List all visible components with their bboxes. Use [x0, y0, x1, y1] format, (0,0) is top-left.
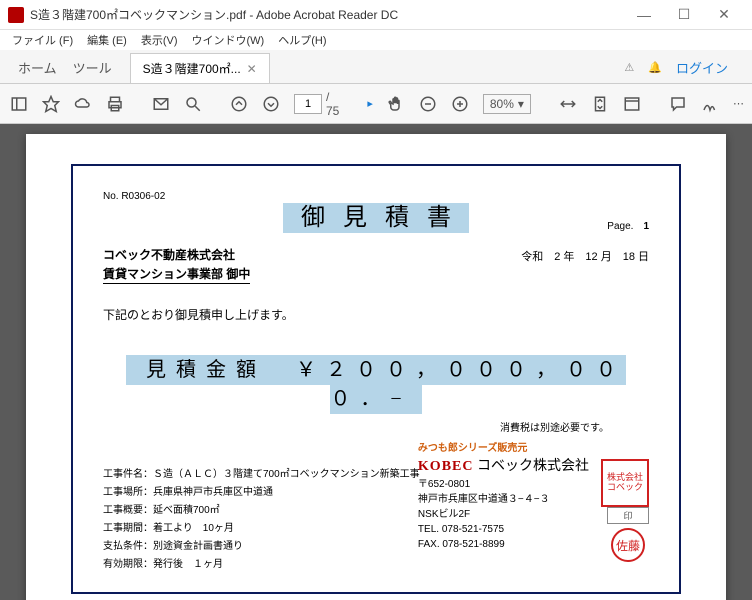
alert-icon[interactable]: ⚠ — [624, 61, 634, 74]
estimate-amount: 見積金額 ￥２００，０００，０００．− — [103, 353, 649, 411]
company-seal: 株式会社コベック — [601, 459, 649, 507]
person-seal-box: 印 佐藤 — [607, 507, 649, 562]
pdf-page: No. R0306-02 御見積書 Page.1 コベック不動産株式会社 賃貸マ… — [26, 134, 726, 600]
company-fax: FAX. 078-521-8899 — [418, 537, 589, 552]
close-button[interactable]: ✕ — [704, 0, 744, 30]
hand-tool-icon[interactable] — [387, 93, 405, 115]
estimate-amount-text: 見積金額 ￥２００，０００，０００．− — [126, 355, 626, 414]
bell-icon[interactable]: 🔔 — [648, 61, 662, 74]
window-title: S造３階建700㎡コベックマンション.pdf - Adobe Acrobat R… — [30, 6, 624, 23]
page-input[interactable] — [294, 94, 322, 114]
document-tab[interactable]: S造３階建700㎡... ✕ — [130, 53, 270, 83]
tab-bar: ホーム ツール S造３階建700㎡... ✕ ⚠ 🔔 ログイン — [0, 50, 752, 84]
tab-label: S造３階建700㎡... — [143, 60, 241, 77]
doc-title: 御見積書 — [103, 197, 649, 232]
menu-edit[interactable]: 編集 (E) — [81, 30, 133, 50]
recipient-dept: 賃貸マンション事業部 御中 — [103, 265, 250, 284]
search-icon[interactable] — [184, 93, 202, 115]
page-indicator: / 75 — [294, 90, 339, 118]
company-bldg: NSKビル2F — [418, 507, 589, 522]
page-total: / 75 — [326, 90, 339, 118]
page-up-icon[interactable] — [230, 93, 248, 115]
zoom-select[interactable]: 80% ▾ — [483, 94, 531, 114]
app-icon — [8, 7, 24, 23]
company-block: みつも郎シリーズ販売元 KOBEC コベック株式会社 〒652-0801 神戸市… — [418, 441, 589, 552]
doc-title-text: 御見積書 — [283, 203, 469, 233]
tab-right-tools: ⚠ 🔔 ログイン — [610, 58, 742, 83]
company-zip: 〒652-0801 — [418, 477, 589, 492]
tab-close-icon[interactable]: ✕ — [247, 62, 257, 76]
doc-date: 令和 2 年 12 月 18 日 — [521, 248, 649, 264]
read-mode-icon[interactable] — [623, 93, 641, 115]
star-icon[interactable] — [42, 93, 60, 115]
fit-width-icon[interactable] — [559, 93, 577, 115]
login-link[interactable]: ログイン — [676, 58, 728, 77]
nav-home[interactable]: ホーム — [18, 58, 57, 77]
cloud-icon[interactable] — [74, 93, 92, 115]
toolbar: / 75 ▸ 80%▾ ⋯ 共有 — [0, 84, 752, 124]
doc-page-label: Page.1 — [607, 221, 649, 232]
chevron-down-icon: ▾ — [518, 97, 524, 111]
detail-line: 有効期限：発行後 １ヶ月 — [103, 556, 649, 574]
document-viewer[interactable]: No. R0306-02 御見積書 Page.1 コベック不動産株式会社 賃貸マ… — [0, 124, 752, 600]
menu-view[interactable]: 表示(V) — [135, 30, 184, 50]
company-tel: TEL. 078-521-7575 — [418, 522, 589, 537]
maximize-button[interactable]: ☐ — [664, 0, 704, 30]
window-titlebar: S造３階建700㎡コベックマンション.pdf - Adobe Acrobat R… — [0, 0, 752, 30]
page-down-icon[interactable] — [262, 93, 280, 115]
company-addr: 神戸市兵庫区中道通３−４−３ — [418, 492, 589, 507]
doc-frame: No. R0306-02 御見積書 Page.1 コベック不動産株式会社 賃貸マ… — [71, 164, 681, 594]
company-name: KOBEC コベック株式会社 — [418, 456, 589, 477]
print-icon[interactable] — [106, 93, 124, 115]
menu-file[interactable]: ファイル (F) — [6, 30, 79, 50]
comment-icon[interactable] — [669, 93, 687, 115]
zoom-out-icon[interactable] — [419, 93, 437, 115]
select-tool-icon[interactable]: ▸ — [367, 93, 373, 115]
mail-icon[interactable] — [152, 93, 170, 115]
zoom-value: 80% — [490, 97, 514, 111]
seal-label: 印 — [607, 507, 649, 524]
person-seal: 佐藤 — [611, 528, 645, 562]
fit-page-icon[interactable] — [591, 93, 609, 115]
menu-bar: ファイル (F) 編集 (E) 表示(V) ウインドウ(W) ヘルプ(H) — [0, 30, 752, 50]
menu-window[interactable]: ウインドウ(W) — [186, 30, 271, 50]
zoom-in-icon[interactable] — [451, 93, 469, 115]
tax-note: 消費税は別途必要です。 — [103, 419, 609, 434]
intro-text: 下記のとおり御見積申し上げます。 — [103, 306, 649, 323]
menu-help[interactable]: ヘルプ(H) — [272, 30, 332, 50]
nav-tools[interactable]: ツール — [73, 58, 112, 77]
minimize-button[interactable]: — — [624, 0, 664, 30]
sign-icon[interactable] — [701, 93, 719, 115]
sidebar-toggle-icon[interactable] — [10, 93, 28, 115]
company-brand: みつも郎シリーズ販売元 — [418, 441, 589, 456]
nav-tabs: ホーム ツール — [10, 58, 120, 83]
more-icon[interactable]: ⋯ — [733, 93, 744, 115]
